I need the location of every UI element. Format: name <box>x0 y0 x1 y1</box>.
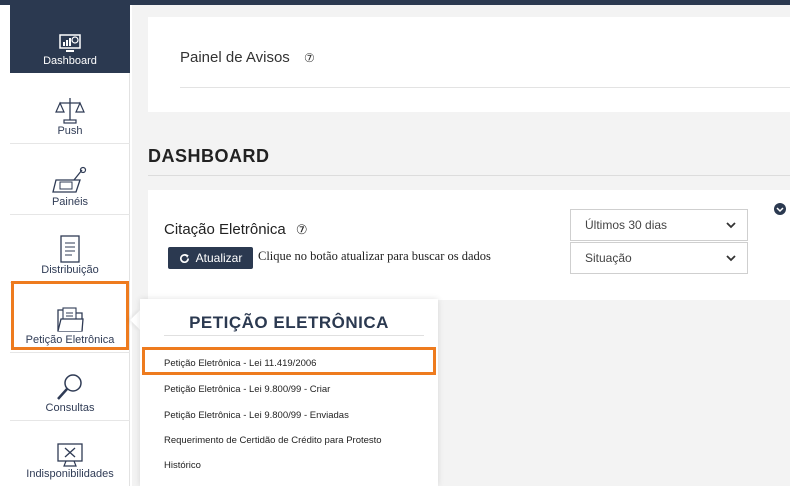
sidebar-item-distribuicao[interactable]: Distribuição <box>10 215 130 283</box>
highlight-box-sidebar <box>11 281 129 350</box>
document-icon <box>60 235 80 263</box>
monitor-x-icon <box>57 443 83 467</box>
highlight-box-menu-item <box>142 347 436 375</box>
avisos-title-row: Painel de Avisos ⑦ <box>180 49 315 66</box>
page-title: DASHBOARD <box>148 146 270 166</box>
sidebar-item-consultas[interactable]: Consultas <box>10 353 130 421</box>
sidebar: Dashboard Push Painéis Distribuição Peti… <box>0 5 130 486</box>
refresh-icon <box>179 253 189 263</box>
citacao-message: Clique no botão atualizar para buscar os… <box>258 249 491 263</box>
sidebar-item-push[interactable]: Push <box>10 73 130 144</box>
atualizar-button-label: Atualizar <box>195 251 243 265</box>
divider <box>148 175 790 176</box>
status-select[interactable]: Situação <box>570 242 748 274</box>
chevron-down-icon <box>726 222 736 229</box>
status-select-value: Situação <box>585 251 632 265</box>
scales-icon <box>55 98 85 124</box>
popover-title: PETIÇÃO ELETRÔNICA <box>189 313 389 332</box>
collapse-toggle-icon[interactable] <box>774 203 786 215</box>
menu-item-peticao-lei-9800-enviadas[interactable]: Petição Eletrônica - Lei 9.800/99 - Envi… <box>164 410 349 421</box>
panel-board-icon <box>52 166 87 193</box>
menu-item-historico[interactable]: Histórico <box>164 460 201 471</box>
sidebar-item-indisponibilidades[interactable]: Indisponibilidades <box>10 421 130 486</box>
peticao-popover-menu: PETIÇÃO ELETRÔNICA Petição Eletrônica - … <box>140 299 438 486</box>
sidebar-item-label: Indisponibilidades <box>26 468 114 480</box>
avisos-card: Painel de Avisos ⑦ <box>148 17 790 112</box>
citacao-card: Citação Eletrônica ⑦ Atualizar Clique no… <box>148 190 790 300</box>
period-select[interactable]: Últimos 30 dias <box>570 209 748 241</box>
citacao-title-row: Citação Eletrônica ⑦ <box>164 221 308 238</box>
sidebar-item-paineis[interactable]: Painéis <box>10 144 130 215</box>
divider <box>180 87 790 88</box>
sidebar-item-label: Consultas <box>45 402 95 414</box>
sidebar-item-label: Painéis <box>51 196 89 208</box>
atualizar-button[interactable]: Atualizar <box>168 247 253 269</box>
help-icon[interactable]: ⑦ <box>296 222 308 237</box>
sidebar-item-label: Dashboard <box>43 55 97 67</box>
sidebar-item-label: Push <box>57 125 83 137</box>
avisos-title: Painel de Avisos <box>180 49 290 66</box>
menu-item-peticao-lei-9800-criar[interactable]: Petição Eletrônica - Lei 9.800/99 - Cria… <box>164 384 330 395</box>
chevron-down-icon <box>726 255 736 262</box>
sidebar-item-dashboard[interactable]: Dashboard <box>10 5 130 73</box>
divider <box>164 335 424 336</box>
sidebar-item-label: Distribuição <box>41 264 99 276</box>
citacao-title: Citação Eletrônica <box>164 221 286 238</box>
dashboard-chart-icon <box>59 34 81 52</box>
period-select-value: Últimos 30 dias <box>585 218 668 232</box>
magnifier-icon <box>57 374 82 400</box>
help-icon[interactable]: ⑦ <box>304 51 315 65</box>
menu-item-requerimento-certidao[interactable]: Requerimento de Certidão de Crédito para… <box>164 435 382 446</box>
